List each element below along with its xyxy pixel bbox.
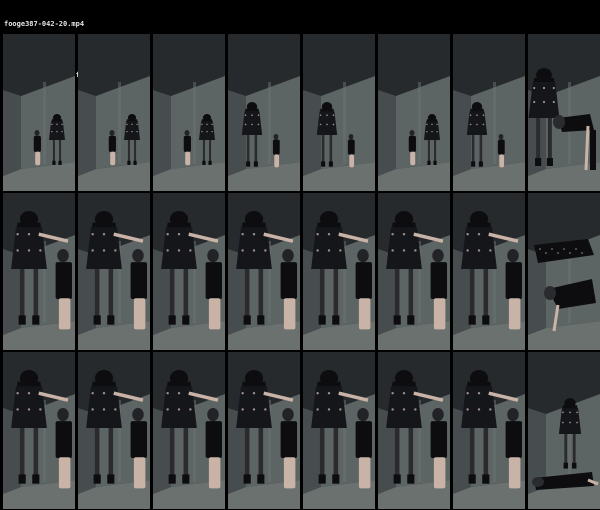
frame-image bbox=[3, 193, 75, 350]
frame-image bbox=[78, 34, 150, 191]
frame-image bbox=[3, 34, 75, 191]
frame-image bbox=[3, 352, 75, 509]
frame-image bbox=[378, 193, 450, 350]
video-frame-thumbnail bbox=[528, 352, 600, 509]
video-frame-thumbnail bbox=[303, 352, 375, 509]
frame-image bbox=[303, 352, 375, 509]
video-frame-thumbnail bbox=[378, 34, 450, 191]
frame-image bbox=[453, 193, 525, 350]
thumbnail-grid bbox=[0, 33, 600, 509]
frame-image bbox=[378, 352, 450, 509]
contact-sheet: fooge387-042-20.mp4 148.44 MB 506x1098 /… bbox=[0, 0, 600, 510]
video-frame-thumbnail bbox=[78, 352, 150, 509]
frame-image bbox=[303, 193, 375, 350]
frame-image bbox=[228, 34, 300, 191]
frame-image bbox=[153, 34, 225, 191]
frame-image bbox=[228, 193, 300, 350]
video-frame-thumbnail bbox=[378, 193, 450, 350]
video-frame-thumbnail bbox=[3, 193, 75, 350]
video-frame-thumbnail bbox=[3, 352, 75, 509]
video-frame-thumbnail bbox=[303, 193, 375, 350]
video-frame-thumbnail bbox=[303, 34, 375, 191]
video-frame-thumbnail bbox=[453, 352, 525, 509]
video-frame-thumbnail bbox=[228, 34, 300, 191]
video-frame-thumbnail bbox=[228, 352, 300, 509]
video-frame-thumbnail bbox=[453, 34, 525, 191]
video-frame-thumbnail bbox=[528, 34, 600, 191]
video-frame-thumbnail bbox=[78, 34, 150, 191]
frame-image bbox=[78, 352, 150, 509]
video-frame-thumbnail bbox=[153, 352, 225, 509]
video-frame-thumbnail bbox=[528, 193, 600, 350]
frame-image bbox=[303, 34, 375, 191]
frame-image bbox=[528, 193, 600, 350]
video-frame-thumbnail bbox=[228, 193, 300, 350]
frame-image bbox=[528, 352, 600, 509]
video-frame-thumbnail bbox=[3, 34, 75, 191]
frame-image bbox=[378, 34, 450, 191]
video-frame-thumbnail bbox=[78, 193, 150, 350]
video-frame-thumbnail bbox=[153, 34, 225, 191]
video-frame-thumbnail bbox=[153, 193, 225, 350]
frame-image bbox=[78, 193, 150, 350]
frame-image bbox=[153, 193, 225, 350]
video-frame-thumbnail bbox=[453, 193, 525, 350]
frame-image bbox=[453, 34, 525, 191]
frame-image bbox=[153, 352, 225, 509]
video-filename: fooge387-042-20.mp4 bbox=[4, 20, 85, 28]
frame-image bbox=[453, 352, 525, 509]
frame-image bbox=[228, 352, 300, 509]
frame-image bbox=[528, 34, 600, 191]
video-frame-thumbnail bbox=[378, 352, 450, 509]
